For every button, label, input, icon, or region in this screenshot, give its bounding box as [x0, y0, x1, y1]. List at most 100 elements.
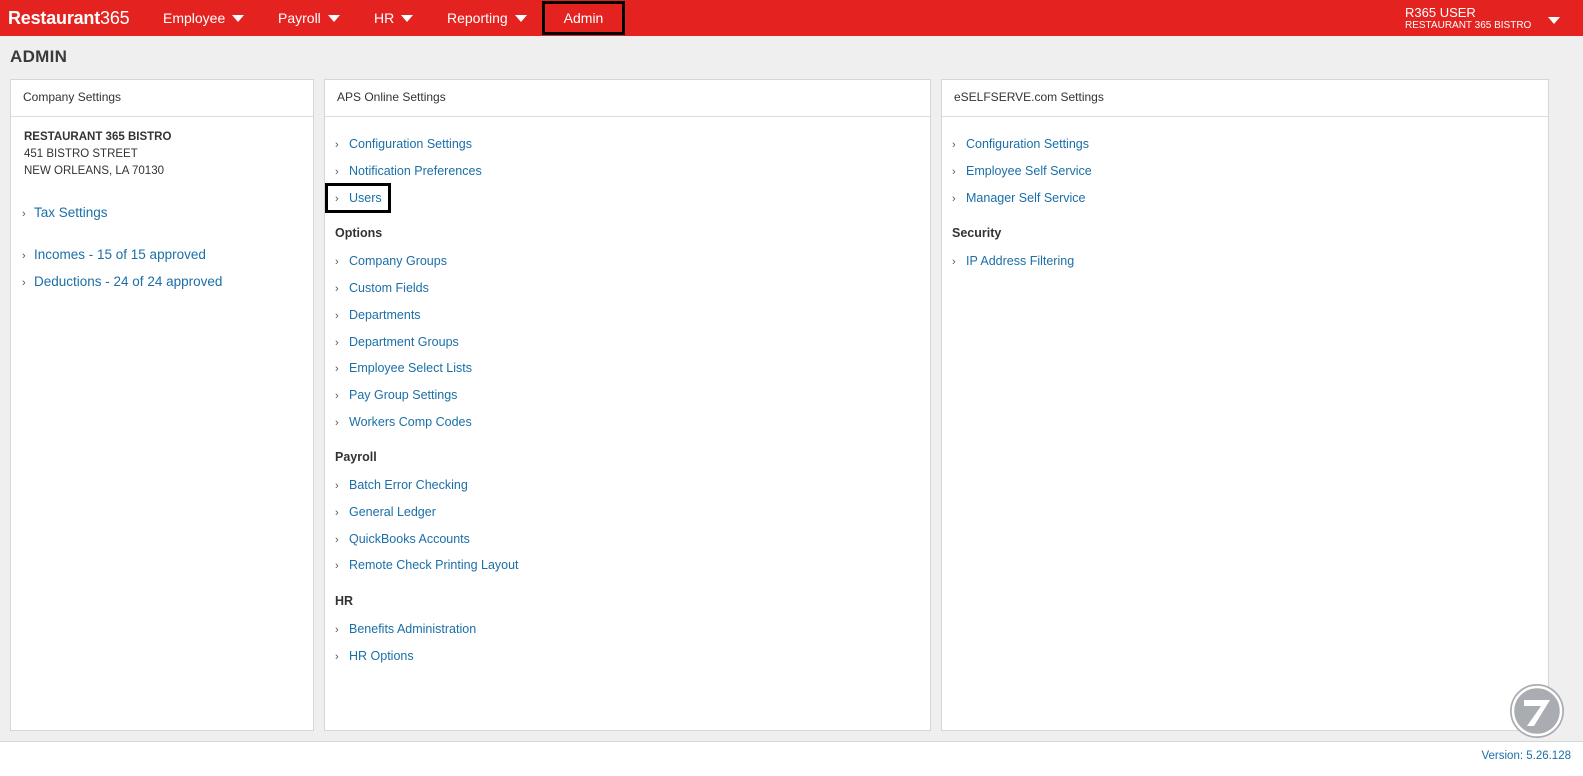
link-label: Company Groups — [349, 254, 447, 268]
ip-address-filtering-link[interactable]: › IP Address Filtering — [952, 251, 1074, 271]
custom-fields-link[interactable]: › Custom Fields — [335, 278, 429, 298]
link-label: Workers Comp Codes — [349, 415, 472, 429]
options-section-label: Options — [335, 226, 383, 240]
notification-preferences-link[interactable]: › Notification Preferences — [335, 161, 482, 181]
chevron-right-icon: › — [335, 310, 339, 322]
link-label: Pay Group Settings — [349, 388, 458, 402]
top-nav-bar: Restaurant365 Employee Payroll HR Report… — [0, 0, 1583, 36]
page-title: ADMIN — [10, 47, 68, 66]
caret-down-icon — [1548, 17, 1560, 24]
incomes-link[interactable]: › Incomes - 15 of 15 approved — [22, 245, 206, 265]
user-company: RESTAURANT 365 BISTRO — [1405, 20, 1532, 31]
general-ledger-link[interactable]: › General Ledger — [335, 502, 436, 522]
nav-employee-label: Employee — [163, 10, 226, 26]
panel-header: APS Online Settings — [325, 80, 930, 117]
deductions-link[interactable]: › Deductions - 24 of 24 approved — [22, 272, 222, 292]
link-label: Incomes - 15 of 15 approved — [34, 247, 206, 262]
chevron-right-icon: › — [335, 651, 339, 663]
caret-down-icon — [232, 15, 245, 22]
logo-text-bold: Restaurant — [8, 8, 101, 28]
link-label: General Ledger — [349, 505, 436, 519]
link-label: Departments — [349, 308, 421, 322]
footer — [0, 742, 1583, 776]
link-label: Configuration Settings — [966, 137, 1089, 151]
nav-payroll-label: Payroll — [278, 10, 321, 26]
nav-hr[interactable]: HR — [374, 0, 414, 36]
pay-group-settings-link[interactable]: › Pay Group Settings — [335, 385, 457, 405]
department-groups-link[interactable]: › Department Groups — [335, 332, 459, 352]
nav-payroll[interactable]: Payroll — [278, 0, 340, 36]
hr-options-link[interactable]: › HR Options — [335, 646, 414, 666]
batch-error-checking-link[interactable]: › Batch Error Checking — [335, 475, 468, 495]
link-label: Deductions - 24 of 24 approved — [34, 274, 223, 289]
address-line-2: NEW ORLEANS, LA 70130 — [24, 165, 164, 177]
link-label: IP Address Filtering — [966, 254, 1075, 268]
hr-section-label: HR — [335, 594, 354, 608]
chevron-right-icon: › — [335, 507, 339, 519]
caret-down-icon — [327, 15, 340, 22]
restaurant365-logo[interactable]: Restaurant365 — [8, 7, 130, 29]
link-label: Batch Error Checking — [349, 478, 468, 492]
chevron-right-icon: › — [335, 256, 339, 268]
chevron-right-icon: › — [335, 337, 339, 349]
chevron-right-icon: › — [335, 363, 339, 375]
chevron-right-icon: › — [335, 534, 339, 546]
chevron-right-icon: › — [952, 139, 956, 151]
company-name: RESTAURANT 365 BISTRO — [24, 131, 172, 143]
link-label: QuickBooks Accounts — [349, 532, 470, 546]
link-label: Department Groups — [349, 335, 459, 349]
eself-configuration-settings-link[interactable]: › Configuration Settings — [952, 134, 1089, 154]
chevron-right-icon: › — [952, 256, 956, 268]
link-label: HR Options — [349, 649, 414, 663]
chevron-right-icon: › — [335, 480, 339, 492]
employee-select-lists-link[interactable]: › Employee Select Lists — [335, 358, 472, 378]
nav-employee[interactable]: Employee — [163, 0, 245, 36]
chevron-right-icon: › — [952, 166, 956, 178]
users-link[interactable]: › Users — [335, 188, 382, 208]
version-label: Version: 5.26.128 — [1481, 750, 1571, 762]
link-label: Users — [349, 191, 382, 205]
chevron-right-icon: › — [952, 193, 956, 205]
link-label: Employee Self Service — [966, 164, 1092, 178]
panel-header: eSELFSERVE.com Settings — [942, 80, 1548, 117]
manager-self-service-link[interactable]: › Manager Self Service — [952, 188, 1086, 208]
remote-check-printing-layout-link[interactable]: › Remote Check Printing Layout — [335, 555, 519, 575]
chevron-right-icon: › — [335, 283, 339, 295]
nav-admin[interactable]: Admin — [542, 1, 625, 35]
nav-hr-label: HR — [374, 10, 395, 26]
workers-comp-codes-link[interactable]: › Workers Comp Codes — [335, 412, 472, 432]
link-label: Benefits Administration — [349, 622, 477, 636]
chevron-right-icon: › — [335, 624, 339, 636]
link-label: Notification Preferences — [349, 164, 482, 178]
chevron-right-icon: › — [335, 166, 339, 178]
address-line-1: 451 BISTRO STREET — [24, 148, 138, 160]
quickbooks-accounts-link[interactable]: › QuickBooks Accounts — [335, 529, 470, 549]
chevron-right-icon: › — [335, 390, 339, 402]
chevron-right-icon: › — [22, 277, 26, 289]
caret-down-icon — [401, 15, 414, 22]
link-label: Configuration Settings — [349, 137, 472, 151]
company-address: RESTAURANT 365 BISTRO 451 BISTRO STREET … — [24, 129, 171, 180]
nav-admin-label: Admin — [563, 10, 604, 26]
caret-down-icon — [514, 15, 527, 22]
tax-settings-link[interactable]: › Tax Settings — [22, 203, 108, 223]
chevron-right-icon: › — [335, 417, 339, 429]
logo-text-light: 365 — [100, 8, 130, 28]
nav-reporting-label: Reporting — [447, 10, 508, 26]
user-name: R365 USER — [1405, 5, 1476, 20]
user-menu[interactable]: R365 USER RESTAURANT 365 BISTRO — [1405, 5, 1580, 33]
nav-reporting[interactable]: Reporting — [447, 0, 527, 36]
departments-link[interactable]: › Departments — [335, 305, 421, 325]
company-groups-link[interactable]: › Company Groups — [335, 251, 447, 271]
security-section-label: Security — [952, 226, 1002, 240]
benefits-administration-link[interactable]: › Benefits Administration — [335, 619, 476, 639]
chevron-right-icon: › — [335, 193, 339, 205]
payroll-section-label: Payroll — [335, 450, 377, 464]
aps-online-settings-panel: APS Online Settings › Configuration Setti… — [324, 79, 931, 731]
help-widget-button[interactable] — [1510, 684, 1564, 738]
link-label: Remote Check Printing Layout — [349, 558, 519, 572]
chevron-right-icon: › — [335, 139, 339, 151]
link-label: Tax Settings — [34, 205, 108, 220]
employee-self-service-link[interactable]: › Employee Self Service — [952, 161, 1092, 181]
configuration-settings-link[interactable]: › Configuration Settings — [335, 134, 472, 154]
